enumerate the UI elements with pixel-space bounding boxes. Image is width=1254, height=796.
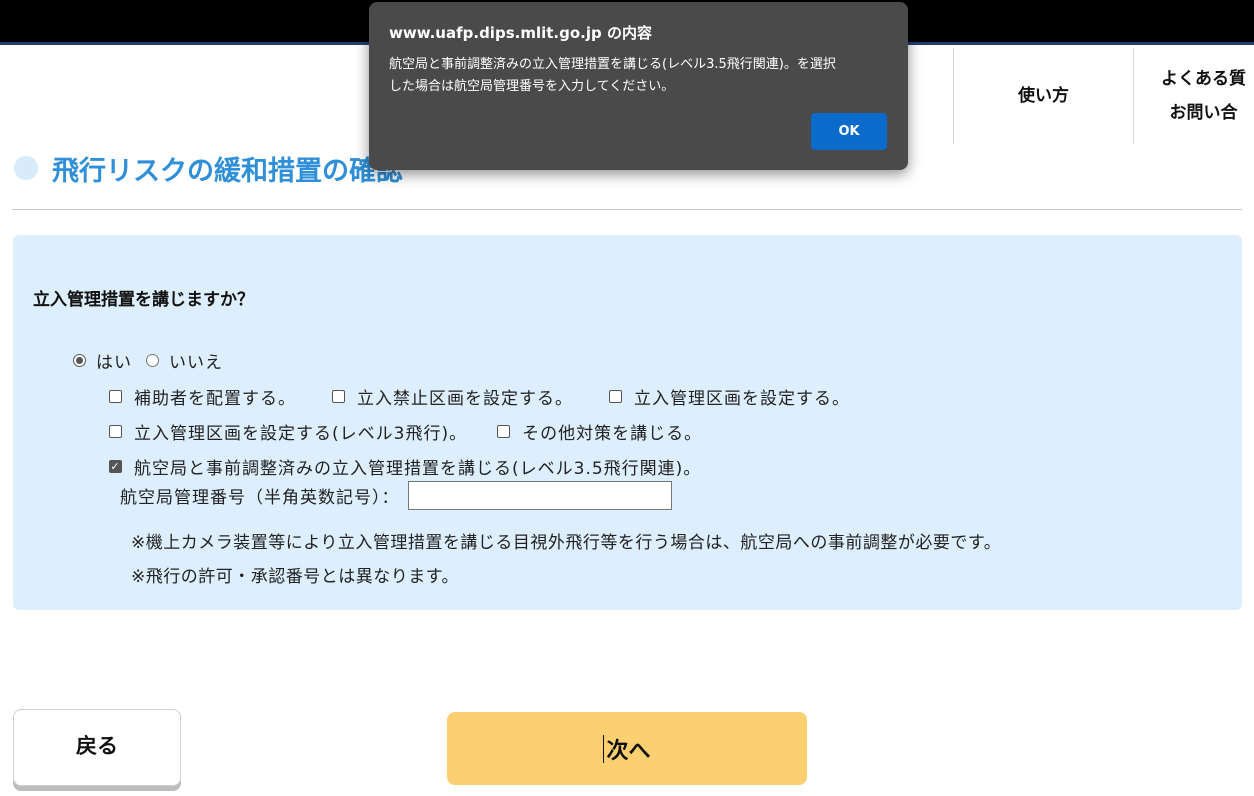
checkbox-no-entry-zone-label: 立入禁止区画を設定する。 <box>357 389 573 409</box>
nav-faq[interactable]: よくある質 お問い合 <box>1133 48 1254 144</box>
nav-howto[interactable]: 使い方 <box>953 48 1133 144</box>
dialog-message-line-2: した場合は航空局管理番号を入力してください。 <box>389 79 675 94</box>
radio-yes-label: はい <box>96 353 132 373</box>
dialog-message-line-1: 航空局と事前調整済みの立入管理措置を講じる(レベル3.5飛行関連)。を選択 <box>389 57 836 72</box>
radio-group: はい いいえ <box>73 348 223 373</box>
checkbox-managed-zone-level3[interactable] <box>109 425 122 438</box>
text-cursor <box>603 734 605 763</box>
next-button-label: 次へ <box>606 738 651 764</box>
question-label: 立入管理措置を講じますか？ <box>33 290 254 310</box>
nav-faq-label-1: よくある質 <box>1161 69 1246 89</box>
radio-yes[interactable] <box>73 354 86 367</box>
checkbox-managed-zone[interactable] <box>609 390 622 403</box>
radio-no-label: いいえ <box>169 353 223 373</box>
nav-faq-label-2: お問い合 <box>1169 103 1238 123</box>
checkbox-row-3: ✓ 航空局と事前調整済みの立入管理措置を講じる(レベル3.5飛行関連)。 <box>109 454 701 479</box>
page-title: 飛行リスクの緩和措置の確認 <box>14 148 403 188</box>
radio-no[interactable] <box>146 354 159 367</box>
number-field-row: 航空局管理番号（半角英数記号）： <box>120 481 672 510</box>
checkbox-jcab-coordinated[interactable]: ✓ <box>109 460 122 473</box>
dialog-message: 航空局と事前調整済みの立入管理措置を講じる(レベル3.5飛行関連)。を選択 した… <box>389 54 889 98</box>
note-1: ※機上カメラ装置等により立入管理措置を講じる目視外飛行等を行う場合は、航空局への… <box>131 533 1002 553</box>
alert-dialog: www.uafp.dips.mlit.go.jp の内容 航空局と事前調整済みの… <box>369 2 908 170</box>
dialog-title: www.uafp.dips.mlit.go.jp の内容 <box>389 24 652 42</box>
note-2: ※飛行の許可・承認番号とは異なります。 <box>131 567 460 587</box>
checkbox-other-measures-label: その他対策を講じる。 <box>522 424 703 444</box>
checkbox-assistant-label: 補助者を配置する。 <box>134 389 296 409</box>
jcab-number-input[interactable] <box>407 481 672 510</box>
dialog-ok-button[interactable]: OK <box>811 113 887 150</box>
checkbox-no-entry-zone[interactable] <box>332 390 345 403</box>
title-divider <box>12 209 1242 210</box>
checkbox-managed-zone-label: 立入管理区画を設定する。 <box>634 389 850 409</box>
checkbox-other-measures[interactable] <box>497 425 511 438</box>
back-button[interactable]: 戻る <box>13 709 181 786</box>
checkbox-row-2: 立入管理区画を設定する(レベル3飛行)。 その他対策を講じる。 <box>109 419 702 444</box>
checkbox-jcab-coordinated-label: 航空局と事前調整済みの立入管理措置を講じる(レベル3.5飛行関連)。 <box>134 459 702 479</box>
mitigation-panel: 立入管理措置を講じますか？ はい いいえ 補助者を配置する。 立入禁止区画を設定… <box>13 235 1242 610</box>
number-field-label: 航空局管理番号（半角英数記号）： <box>120 488 400 508</box>
title-bullet-icon <box>14 156 38 180</box>
dialog-ok-label: OK <box>838 124 860 139</box>
back-button-label: 戻る <box>76 733 118 758</box>
nav-howto-label: 使い方 <box>1018 86 1069 106</box>
page-title-text: 飛行リスクの緩和措置の確認 <box>52 155 403 187</box>
checkbox-row-1: 補助者を配置する。 立入禁止区画を設定する。 立入管理区画を設定する。 <box>109 384 850 409</box>
checkbox-assistant[interactable] <box>109 390 122 403</box>
checkbox-managed-zone-level3-label: 立入管理区画を設定する(レベル3飛行)。 <box>134 424 468 444</box>
next-button[interactable]: 次へ <box>447 712 807 785</box>
